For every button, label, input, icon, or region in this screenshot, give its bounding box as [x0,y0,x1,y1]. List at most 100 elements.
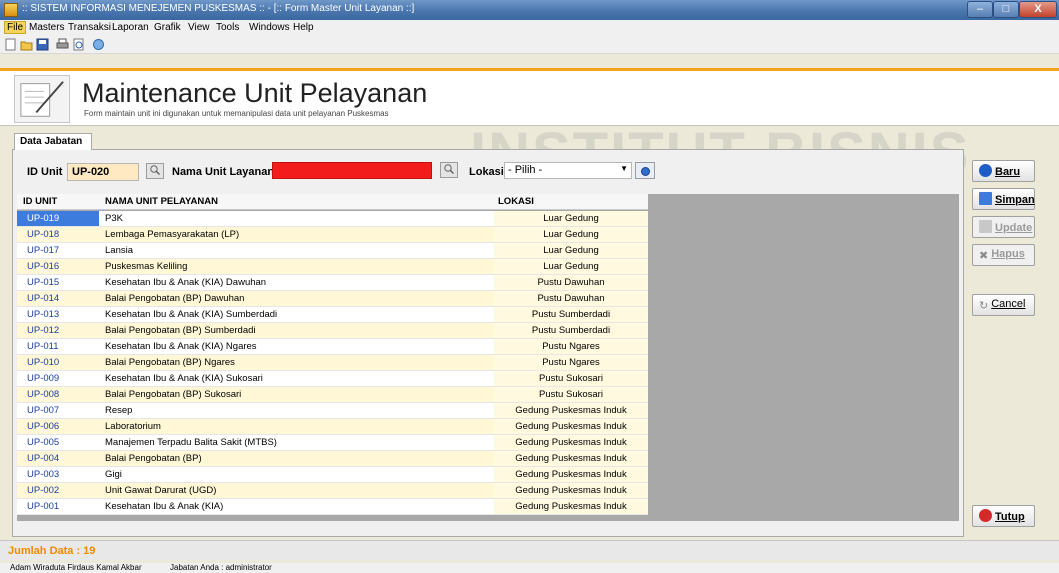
cell-id-unit[interactable]: UP-008 [17,387,99,403]
cell-id-unit[interactable]: UP-018 [17,227,99,243]
nama-search-button[interactable] [440,162,458,178]
column-header-lokasi[interactable]: LOKASI [494,194,648,210]
table-row[interactable]: UP-016 Puskesmas Keliling Luar Gedung [17,259,648,275]
cell-id-unit[interactable]: UP-005 [17,435,99,451]
cell-id-unit[interactable]: UP-002 [17,483,99,499]
cell-nama-unit[interactable]: Balai Pengobatan (BP) Sumberdadi [99,323,494,339]
menu-file[interactable]: File [4,21,27,34]
cell-id-unit[interactable]: UP-009 [17,371,99,387]
table-row[interactable]: UP-013 Kesehatan Ibu & Anak (KIA) Sumberd… [17,307,648,323]
cell-lokasi[interactable]: Gedung Puskesmas Induk [494,483,648,499]
lokasi-select[interactable]: - Pilih - ▼ [504,162,632,179]
cell-lokasi[interactable]: Gedung Puskesmas Induk [494,419,648,435]
cell-nama-unit[interactable]: Kesehatan Ibu & Anak (KIA) Sumberdadi [99,307,494,323]
cell-nama-unit[interactable]: Kesehatan Ibu & Anak (KIA) Ngares [99,339,494,355]
id-search-button[interactable] [146,163,164,179]
cell-id-unit[interactable]: UP-017 [17,243,99,259]
cell-nama-unit[interactable]: Balai Pengobatan (BP) Ngares [99,355,494,371]
minimize-button[interactable]: – [967,1,993,18]
table-row[interactable]: UP-010 Balai Pengobatan (BP) Ngares Pustu … [17,355,648,371]
tutup-button[interactable]: Tutup [972,505,1035,527]
id-unit-field[interactable]: UP-020 [67,163,139,181]
tab-data-jabatan[interactable]: Data Jabatan [14,133,92,150]
table-row[interactable]: UP-011 Kesehatan Ibu & Anak (KIA) Ngares P… [17,339,648,355]
table-row[interactable]: UP-003 Gigi Gedung Puskesmas Induk [17,467,648,483]
table-row[interactable]: UP-007 Resep Gedung Puskesmas Induk [17,403,648,419]
menu-tools[interactable]: Tools [216,22,239,33]
cell-lokasi[interactable]: Gedung Puskesmas Induk [494,451,648,467]
table-row[interactable]: UP-014 Balai Pengobatan (BP) Dawuhan Pustu… [17,291,648,307]
cell-lokasi[interactable]: Gedung Puskesmas Induk [494,467,648,483]
menu-laporan[interactable]: Laporan [112,22,149,33]
menu-transaksi[interactable]: Transaksi [68,22,111,33]
table-row[interactable]: UP-006 Laboratorium Gedung Puskesmas Induk [17,419,648,435]
cell-id-unit[interactable]: UP-007 [17,403,99,419]
cell-nama-unit[interactable]: Balai Pengobatan (BP) [99,451,494,467]
cell-nama-unit[interactable]: Laboratorium [99,419,494,435]
menu-view[interactable]: View [188,22,210,33]
baru-button[interactable]: Baru [972,160,1035,182]
table-row[interactable]: UP-015 Kesehatan Ibu & Anak (KIA) Dawuhan… [17,275,648,291]
print-preview-icon[interactable] [72,38,85,51]
cell-lokasi[interactable]: Gedung Puskesmas Induk [494,403,648,419]
cell-id-unit[interactable]: UP-001 [17,499,99,515]
cell-id-unit[interactable]: UP-013 [17,307,99,323]
cell-lokasi[interactable]: Pustu Sumberdadi [494,323,648,339]
table-row[interactable]: UP-008 Balai Pengobatan (BP) Sukosari Pust… [17,387,648,403]
cell-nama-unit[interactable]: Lansia [99,243,494,259]
refresh-icon[interactable] [92,38,105,51]
cancel-button[interactable]: ↻ Cancel [972,294,1035,316]
cell-nama-unit[interactable]: Kesehatan Ibu & Anak (KIA) Sukosari [99,371,494,387]
cell-nama-unit[interactable]: Resep [99,403,494,419]
table-row[interactable]: UP-019 P3K Luar Gedung [17,211,648,227]
cell-nama-unit[interactable]: P3K [99,211,494,227]
cell-id-unit[interactable]: UP-010 [17,355,99,371]
cell-nama-unit[interactable]: Lembaga Pemasyarakatan (LP) [99,227,494,243]
column-header-nama[interactable]: NAMA UNIT PELAYANAN [99,194,494,210]
cell-id-unit[interactable]: UP-006 [17,419,99,435]
print-icon[interactable] [56,38,69,51]
menu-windows[interactable]: Windows [249,22,290,33]
cell-nama-unit[interactable]: Balai Pengobatan (BP) Sukosari [99,387,494,403]
table-row[interactable]: UP-017 Lansia Luar Gedung [17,243,648,259]
cell-id-unit[interactable]: UP-004 [17,451,99,467]
cell-id-unit[interactable]: UP-016 [17,259,99,275]
table-row[interactable]: UP-001 Kesehatan Ibu & Anak (KIA) Gedung P… [17,499,648,515]
nama-unit-field[interactable] [272,162,432,179]
cell-lokasi[interactable]: Pustu Sukosari [494,387,648,403]
maximize-button[interactable]: □ [993,1,1019,18]
lokasi-filter-button[interactable] [635,162,655,179]
save-icon[interactable] [36,38,49,51]
update-button[interactable]: Update [972,216,1035,238]
cell-lokasi[interactable]: Gedung Puskesmas Induk [494,435,648,451]
new-file-icon[interactable] [4,38,17,51]
cell-nama-unit[interactable]: Manajemen Terpadu Balita Sakit (MTBS) [99,435,494,451]
cell-id-unit[interactable]: UP-014 [17,291,99,307]
cell-lokasi[interactable]: Pustu Sumberdadi [494,307,648,323]
open-folder-icon[interactable] [20,38,33,51]
table-row[interactable]: UP-018 Lembaga Pemasyarakatan (LP) Luar Ge… [17,227,648,243]
cell-id-unit[interactable]: UP-003 [17,467,99,483]
menu-grafik[interactable]: Grafik [154,22,181,33]
cell-nama-unit[interactable]: Kesehatan Ibu & Anak (KIA) [99,499,494,515]
cell-lokasi[interactable]: Luar Gedung [494,211,648,227]
hapus-button[interactable]: ✖ Hapus [972,244,1035,266]
menu-help[interactable]: Help [293,22,314,33]
cell-id-unit[interactable]: UP-015 [17,275,99,291]
cell-lokasi[interactable]: Luar Gedung [494,259,648,275]
cell-id-unit[interactable]: UP-011 [17,339,99,355]
cell-lokasi[interactable]: Luar Gedung [494,243,648,259]
column-header-id[interactable]: ID UNIT [17,194,99,210]
cell-lokasi[interactable]: Pustu Ngares [494,355,648,371]
cell-lokasi[interactable]: Pustu Dawuhan [494,275,648,291]
cell-id-unit[interactable]: UP-012 [17,323,99,339]
cell-lokasi[interactable]: Pustu Dawuhan [494,291,648,307]
cell-nama-unit[interactable]: Unit Gawat Darurat (UGD) [99,483,494,499]
cell-nama-unit[interactable]: Puskesmas Keliling [99,259,494,275]
simpan-button[interactable]: Simpan [972,188,1035,210]
menu-masters[interactable]: Masters [29,22,65,33]
close-button[interactable]: X [1019,1,1057,18]
table-row[interactable]: UP-002 Unit Gawat Darurat (UGD) Gedung Pus… [17,483,648,499]
table-row[interactable]: UP-012 Balai Pengobatan (BP) Sumberdadi Pu… [17,323,648,339]
cell-lokasi[interactable]: Gedung Puskesmas Induk [494,499,648,515]
